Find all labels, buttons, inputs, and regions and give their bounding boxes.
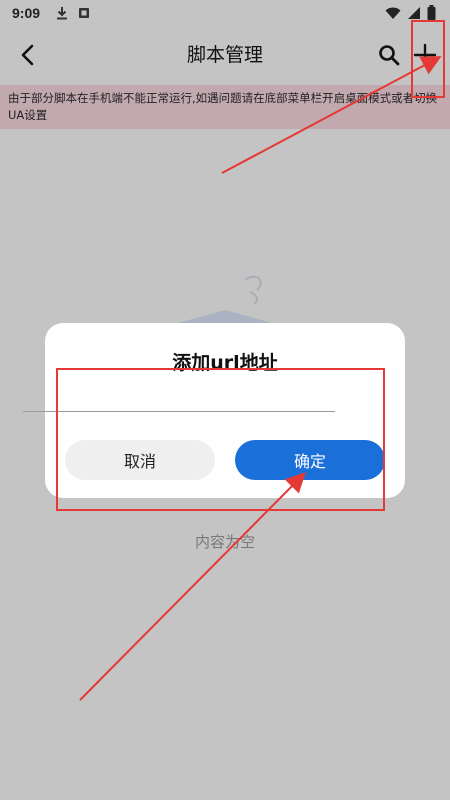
battery-icon	[427, 5, 436, 20]
notice-banner: 由于部分脚本在手机端不能正常运行,如遇问题请在底部菜单栏开启桌面模式或者切换UA…	[0, 85, 450, 129]
cancel-button[interactable]: 取消	[65, 440, 215, 480]
plus-icon	[413, 43, 437, 67]
app-bar: 脚本管理	[0, 26, 450, 84]
wifi-icon	[385, 7, 401, 19]
back-arrow-icon	[21, 44, 34, 66]
signal-icon	[408, 6, 420, 19]
back-button[interactable]	[10, 38, 44, 72]
status-left-icons	[56, 6, 90, 20]
status-right-icons	[385, 5, 436, 20]
dialog-title: 添加url地址	[172, 352, 278, 374]
annotation-arrow-confirm	[79, 472, 306, 701]
add-script-button[interactable]	[408, 38, 442, 72]
empty-state-text: 内容为空	[194, 533, 255, 551]
app-icon	[79, 8, 90, 18]
status-bar: 9:09	[0, 0, 450, 26]
confirm-button[interactable]: 确定	[235, 440, 385, 480]
search-icon	[379, 45, 400, 66]
status-time: 9:09	[12, 5, 41, 21]
url-input[interactable]	[23, 372, 335, 412]
search-button[interactable]	[374, 40, 404, 70]
download-icon	[57, 7, 68, 20]
